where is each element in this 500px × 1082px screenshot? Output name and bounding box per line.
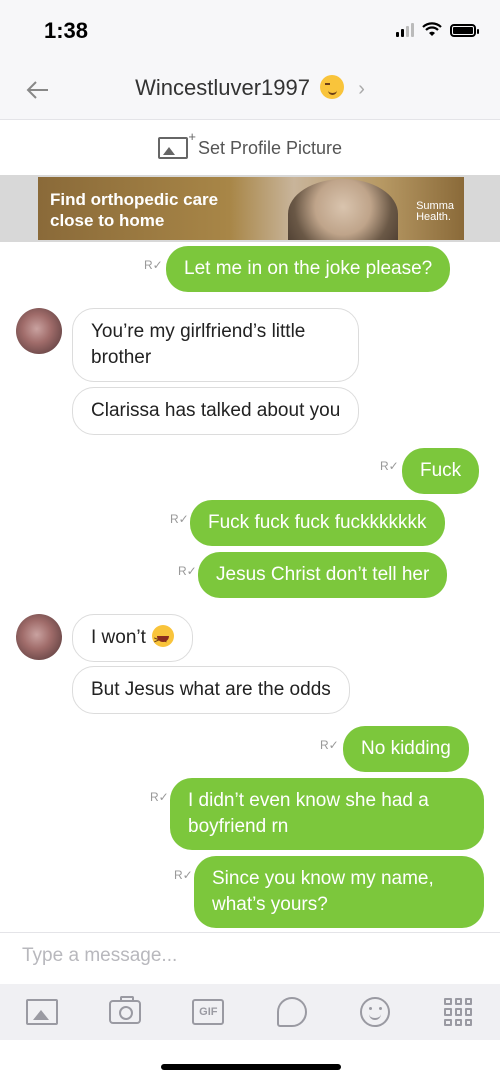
ad-banner[interactable]: Find orthopedic care close to home Summa… (38, 177, 464, 240)
battery-icon (450, 23, 479, 37)
smirk-emoji-icon (320, 75, 345, 99)
add-photo-icon (157, 129, 196, 159)
set-profile-picture-label: Set Profile Picture (197, 137, 343, 158)
gallery-button[interactable] (25, 996, 59, 1028)
gif-icon: GIF (192, 999, 225, 1025)
cellular-signal-icon (396, 23, 414, 37)
read-receipt-icon: R✓ (380, 459, 399, 473)
ad-text-line1: Find orthopedic care (50, 190, 219, 209)
camera-button[interactable] (108, 996, 142, 1028)
status-time: 1:38 (44, 18, 89, 43)
ad-banner-container: Find orthopedic care close to home Summa… (0, 175, 500, 242)
message-bubble-outgoing[interactable]: No kidding (343, 726, 469, 772)
read-receipt-icon: R✓ (178, 564, 197, 578)
message-bubble-outgoing[interactable]: Let me in on the joke please? (166, 246, 451, 292)
emoji-button[interactable] (358, 996, 392, 1028)
read-receipt-icon: R✓ (170, 512, 189, 526)
avatar[interactable] (16, 308, 62, 354)
more-apps-button[interactable] (441, 996, 475, 1028)
message-composer (0, 932, 500, 984)
sticker-icon (276, 997, 307, 1027)
message-bubble-outgoing[interactable]: Fuck (402, 448, 480, 494)
grid-icon (444, 998, 473, 1026)
smiley-icon (359, 997, 390, 1027)
sticker-button[interactable] (275, 996, 309, 1028)
contact-name: Wincestluver1997 (135, 75, 310, 100)
ad-photo (288, 179, 398, 240)
attachment-toolbar: GIF (0, 984, 500, 1040)
message-bubble-outgoing[interactable]: I didn’t even know she had a boyfriend r… (170, 778, 484, 850)
ad-text-line2: close to home (50, 211, 165, 230)
message-bubble-incoming[interactable]: But Jesus what are the odds (72, 666, 350, 714)
camera-icon (108, 996, 141, 1024)
message-bubble-outgoing[interactable]: Since you know my name, what’s yours? (194, 856, 484, 928)
message-bubble-incoming[interactable]: You’re my girlfriend’s little brother (72, 308, 359, 382)
image-icon (25, 999, 58, 1025)
read-receipt-icon: R✓ (320, 738, 339, 752)
laughing-emoji-icon (151, 625, 174, 653)
message-bubble-incoming[interactable]: I won’t (72, 614, 193, 662)
message-bubble-outgoing[interactable]: Jesus Christ don’t tell her (198, 552, 448, 598)
message-input[interactable] (22, 945, 482, 967)
wifi-icon (422, 22, 442, 36)
ad-text: Find orthopedic care close to home (50, 189, 218, 231)
ad-brand-line2: Health. (416, 211, 451, 223)
message-list[interactable]: R✓ Let me in on the joke please? You’re … (0, 242, 500, 932)
status-icons (396, 22, 479, 38)
ad-logo: Summa Health. (416, 201, 454, 223)
message-bubble-incoming[interactable]: Clarissa has talked about you (72, 387, 360, 435)
set-profile-picture[interactable]: Set Profile Picture (0, 121, 500, 175)
read-receipt-icon: R✓ (144, 258, 163, 272)
message-text: I won’t (91, 627, 146, 648)
home-indicator[interactable] (161, 1064, 341, 1070)
status-bar: 1:38 (0, 0, 500, 60)
chevron-right-icon: › (358, 78, 365, 100)
avatar[interactable] (16, 614, 62, 660)
contact-title[interactable]: Wincestluver1997 › (0, 75, 500, 101)
message-bubble-outgoing[interactable]: Fuck fuck fuck fuckkkkkkk (190, 500, 445, 546)
read-receipt-icon: R✓ (150, 790, 169, 804)
chat-header: Wincestluver1997 › (0, 60, 500, 120)
read-receipt-icon: R✓ (174, 868, 193, 882)
gif-button[interactable]: GIF (191, 996, 225, 1028)
